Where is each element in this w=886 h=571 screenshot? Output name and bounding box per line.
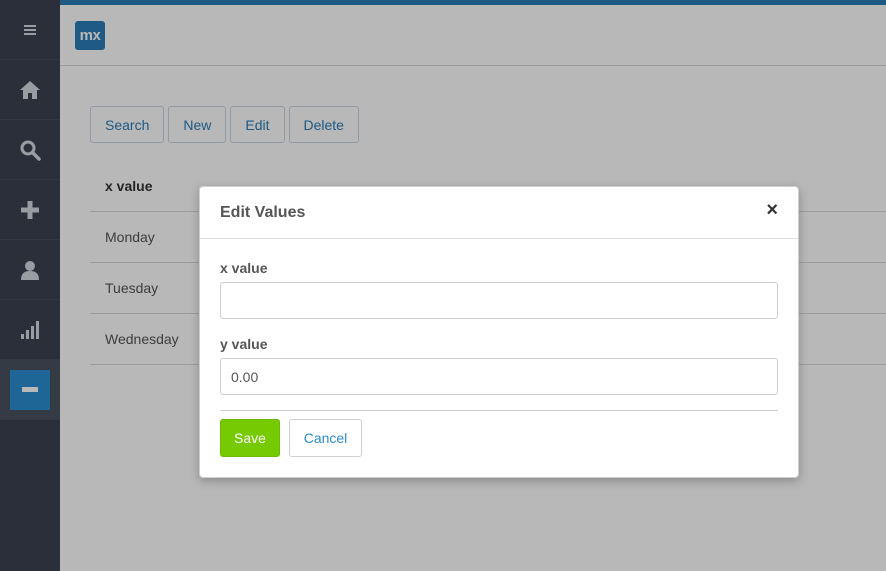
save-button[interactable]: Save: [220, 419, 280, 457]
dialog-title: Edit Values: [220, 203, 306, 221]
y-value-label: y value: [220, 336, 268, 352]
y-value-input[interactable]: [220, 358, 778, 395]
form-divider: [220, 410, 778, 411]
x-value-label: x value: [220, 260, 268, 276]
edit-values-dialog: Edit Values × x value y value Save Cance…: [199, 186, 799, 478]
close-icon[interactable]: ×: [766, 200, 778, 220]
cancel-button[interactable]: Cancel: [289, 419, 362, 457]
x-value-input[interactable]: [220, 282, 778, 319]
dialog-header: Edit Values: [200, 187, 798, 239]
